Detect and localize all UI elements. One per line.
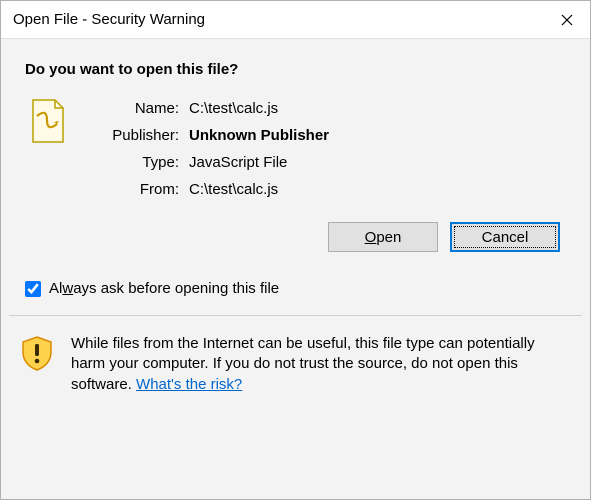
- open-button[interactable]: Open: [328, 222, 438, 252]
- whats-the-risk-link[interactable]: What's the risk?: [136, 376, 242, 393]
- always-ask-checkbox[interactable]: [25, 281, 41, 297]
- publisher-value: Unknown Publisher: [189, 127, 566, 144]
- main-heading: Do you want to open this file?: [1, 39, 590, 92]
- always-ask-label[interactable]: Always ask before opening this file: [49, 280, 279, 297]
- publisher-label: Publisher:: [89, 127, 179, 144]
- type-label: Type:: [89, 154, 179, 171]
- close-icon: [561, 14, 573, 26]
- name-value: C:\test\calc.js: [189, 100, 566, 117]
- footer-text: While files from the Internet can be use…: [71, 334, 570, 395]
- footer: While files from the Internet can be use…: [1, 316, 590, 413]
- security-warning-dialog: Open File - Security Warning Do you want…: [0, 0, 591, 500]
- always-ask-row: Always ask before opening this file: [1, 252, 590, 315]
- script-file-icon: [25, 98, 69, 198]
- type-value: JavaScript File: [189, 154, 566, 171]
- dialog-content: Do you want to open this file? Name: C:\…: [1, 39, 590, 499]
- name-label: Name:: [89, 100, 179, 117]
- window-title: Open File - Security Warning: [13, 11, 205, 28]
- warning-shield-icon: [17, 334, 57, 372]
- from-value: C:\test\calc.js: [189, 181, 566, 198]
- file-info-row: Name: C:\test\calc.js Publisher: Unknown…: [1, 92, 590, 198]
- from-label: From:: [89, 181, 179, 198]
- file-details: Name: C:\test\calc.js Publisher: Unknown…: [89, 98, 566, 198]
- close-button[interactable]: [544, 1, 590, 39]
- cancel-button[interactable]: Cancel: [450, 222, 560, 252]
- button-row: Open Cancel: [1, 198, 590, 252]
- titlebar: Open File - Security Warning: [1, 1, 590, 39]
